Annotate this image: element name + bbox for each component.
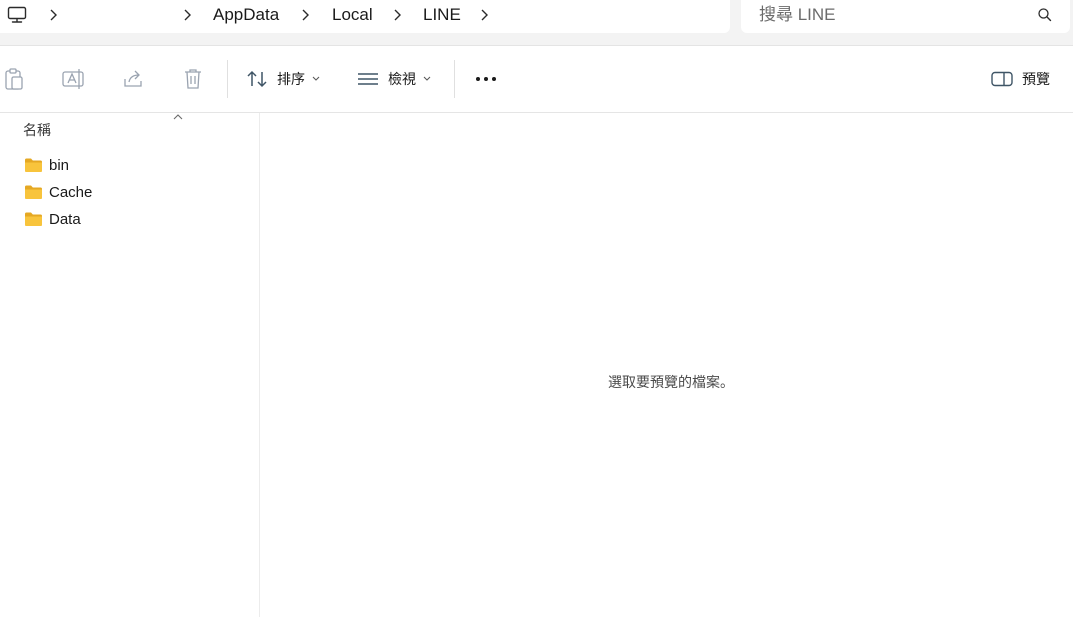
preview-label: 預覽 [1022, 71, 1050, 87]
view-label: 檢視 [388, 71, 416, 87]
preview-pane-icon [991, 71, 1013, 87]
breadcrumb-line[interactable]: LINE [423, 4, 461, 26]
chevron-right-icon[interactable] [392, 7, 402, 23]
chevron-right-icon[interactable] [479, 7, 489, 23]
view-button[interactable]: 檢視 [357, 66, 431, 92]
preview-empty-message: 選取要預覽的檔案。 [608, 374, 734, 390]
toolbar-divider [454, 60, 455, 98]
rename-icon [62, 69, 84, 89]
search-icon[interactable] [1037, 7, 1053, 23]
sort-button[interactable]: 排序 [246, 66, 320, 92]
paste-icon [5, 68, 23, 90]
preview-pane-button[interactable]: 預覽 [991, 66, 1050, 92]
chevron-right-icon[interactable] [182, 7, 192, 23]
share-button[interactable] [122, 66, 144, 92]
list-item-folder-cache[interactable]: Cache [24, 181, 92, 203]
sort-icon [247, 70, 267, 88]
file-list-pane: 名稱 bin Cache Data [0, 113, 260, 617]
breadcrumb-redacted[interactable] [76, 3, 172, 27]
share-icon [124, 70, 142, 87]
breadcrumb-appdata[interactable]: AppData [213, 4, 279, 26]
sort-ascending-caret-icon [173, 114, 183, 120]
file-explorer-window: AppData Local LINE 搜尋 LINE 排序 檢視 預覽 名稱 b… [0, 0, 1073, 617]
list-item-folder-bin[interactable]: bin [24, 154, 69, 176]
folder-icon [25, 185, 42, 199]
preview-pane: 選取要預覽的檔案。 [260, 113, 1073, 617]
command-bar: 排序 檢視 預覽 [0, 46, 1073, 113]
folder-icon [25, 158, 42, 172]
trash-icon [185, 69, 201, 89]
column-header-name[interactable]: 名稱 [23, 120, 51, 140]
toolbar-divider [227, 60, 228, 98]
more-options-button[interactable] [474, 66, 498, 92]
chevron-right-icon[interactable] [48, 7, 58, 23]
search-box[interactable] [741, 0, 1070, 33]
file-name: Data [49, 210, 81, 228]
paste-button[interactable] [4, 66, 24, 92]
breadcrumb-local[interactable]: Local [332, 4, 373, 26]
search-input[interactable] [759, 4, 1019, 26]
view-list-icon [358, 73, 378, 85]
sort-label: 排序 [277, 71, 305, 87]
rename-button[interactable] [62, 66, 84, 92]
more-icon [476, 77, 496, 81]
list-item-folder-data[interactable]: Data [24, 208, 81, 230]
file-name: Cache [49, 183, 93, 201]
chevron-down-icon [312, 76, 320, 81]
chevron-down-icon [423, 76, 431, 81]
file-name: bin [49, 156, 70, 174]
address-bar[interactable]: AppData Local LINE [0, 0, 730, 33]
address-row: AppData Local LINE [0, 0, 1073, 46]
chevron-right-icon[interactable] [300, 7, 310, 23]
delete-button[interactable] [183, 66, 203, 92]
folder-icon [25, 212, 42, 226]
this-pc-icon[interactable] [7, 6, 27, 24]
